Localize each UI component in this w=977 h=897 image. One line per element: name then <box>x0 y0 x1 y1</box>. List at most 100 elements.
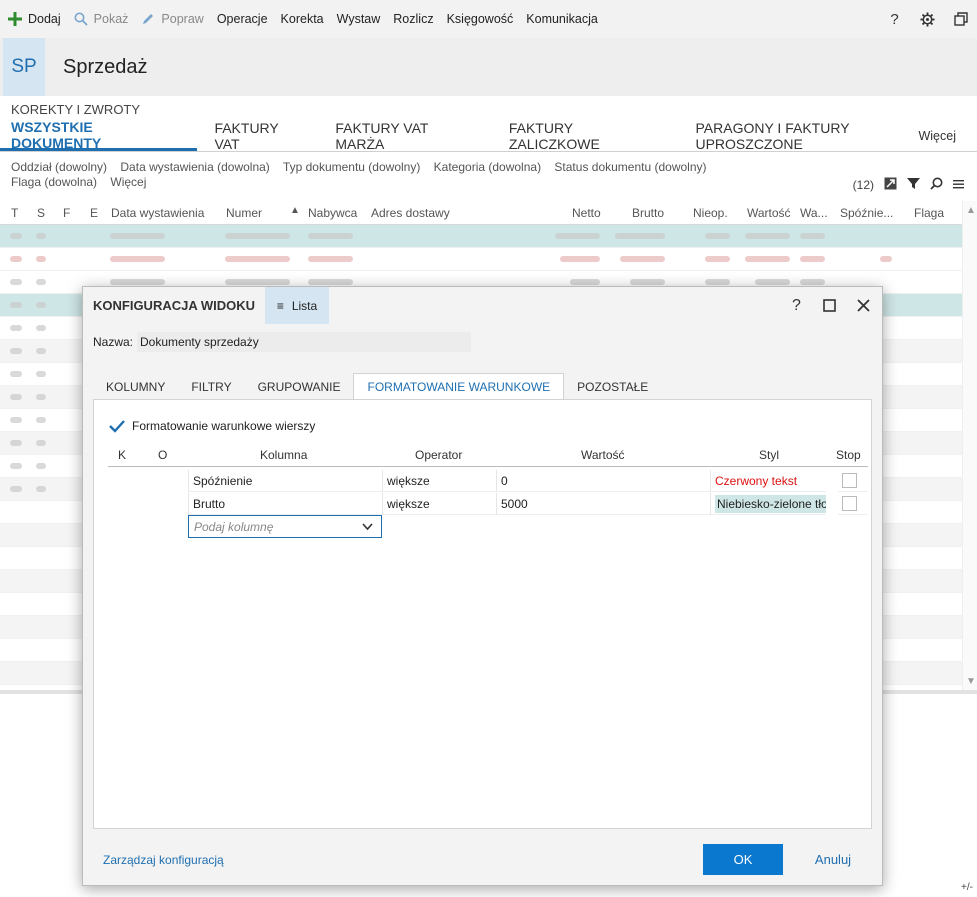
col-flag[interactable]: Flaga <box>914 206 944 220</box>
correction-menu[interactable]: Korekta <box>281 0 324 38</box>
close-icon[interactable] <box>847 287 880 324</box>
column-select-placeholder: Podaj kolumnę <box>194 519 274 534</box>
grid-header: T S F E Data wystawienia Numer ▲ Nabywca… <box>0 201 977 225</box>
row-formatting-label: Formatowanie warunkowe wierszy <box>132 419 316 433</box>
tab-all-documents[interactable]: WSZYSTKIE DOKUMENTY <box>0 119 198 151</box>
col-net[interactable]: Netto <box>572 206 601 220</box>
show-button[interactable]: Pokaż <box>74 0 128 38</box>
col-t[interactable]: T <box>11 206 18 220</box>
tab-filters[interactable]: FILTRY <box>178 373 244 400</box>
scroll-down-icon[interactable]: ▼ <box>966 676 976 687</box>
filter-issue-date[interactable]: Data wystawienia (dowolna) <box>120 160 269 174</box>
issue-menu[interactable]: Wystaw <box>337 0 381 38</box>
name-field[interactable]: Dokumenty sprzedaży <box>137 332 472 352</box>
help-icon[interactable]: ? <box>878 0 911 38</box>
plus-icon <box>8 12 22 26</box>
dialog-title: KONFIGURACJA WIDOKU <box>93 298 256 313</box>
document-tabs: WSZYSTKIE DOKUMENTY FAKTURY VAT FAKTURY … <box>0 119 977 152</box>
table-row[interactable] <box>0 248 962 271</box>
search-icon <box>74 12 88 26</box>
checkmark-icon[interactable] <box>108 417 126 435</box>
rule-operator[interactable]: większe <box>382 493 496 515</box>
tab-vat-margin-invoices[interactable]: FAKTURY VAT MARŻA <box>324 120 491 152</box>
rule-stop[interactable] <box>838 493 868 515</box>
stop-checkbox[interactable] <box>842 496 857 511</box>
cancel-button[interactable]: Anuluj <box>795 844 871 875</box>
settle-label: Rozlicz <box>393 12 434 26</box>
accounting-menu[interactable]: Księgowość <box>447 0 514 38</box>
filter-document-type[interactable]: Typ dokumentu (dowolny) <box>283 160 420 174</box>
col-value[interactable]: Wartość <box>747 206 791 220</box>
filter-category[interactable]: Kategoria (dowolna) <box>434 160 541 174</box>
col-f[interactable]: F <box>63 206 70 220</box>
list-icon: ≡ <box>276 298 284 313</box>
edit-button[interactable]: Popraw <box>141 0 204 38</box>
expand-collapse-toggle[interactable]: +/- <box>961 882 973 893</box>
col-buyer[interactable]: Nabywca <box>308 206 357 220</box>
rule-value[interactable]: 0 <box>496 470 710 492</box>
conditional-formatting-panel: Formatowanie warunkowe wierszy K O Kolum… <box>93 399 872 829</box>
communication-menu[interactable]: Komunikacja <box>526 0 598 38</box>
rule-operator[interactable]: większe <box>382 470 496 492</box>
list-view-button[interactable]: ≡ Lista <box>265 287 330 324</box>
tab-advance-invoices[interactable]: FAKTURY ZALICZKOWE <box>498 120 679 152</box>
rule-row[interactable]: Brutto większe 5000 Niebiesko-zielone tł… <box>108 493 868 516</box>
rule-row[interactable]: Spóźnienie większe 0 Czerwony tekst <box>108 470 868 493</box>
correction-label: Korekta <box>280 12 324 26</box>
filter-flag[interactable]: Flaga (dowolna) <box>11 175 97 189</box>
settle-menu[interactable]: Rozlicz <box>393 0 433 38</box>
column-select[interactable]: Podaj kolumnę <box>188 515 382 538</box>
filter-branch[interactable]: Oddział (dowolny) <box>11 160 107 174</box>
search-icon[interactable] <box>930 177 943 193</box>
table-row[interactable] <box>0 225 962 248</box>
rule-style[interactable]: Niebiesko-zielone tło <box>710 493 826 515</box>
tab-grouping[interactable]: GRUPOWANIE <box>245 373 354 400</box>
name-label: Nazwa: <box>93 335 134 349</box>
rule-style[interactable]: Czerwony tekst <box>710 470 826 492</box>
col-e[interactable]: E <box>90 206 98 220</box>
col-delivery-address[interactable]: Adres dostawy <box>371 206 450 220</box>
gear-icon[interactable] <box>911 0 944 38</box>
dialog-titlebar: KONFIGURACJA WIDOKU ≡ Lista ? <box>83 287 882 324</box>
view-configuration-dialog: KONFIGURACJA WIDOKU ≡ Lista ? Nazwa: Dok… <box>82 286 883 886</box>
section-label: KOREKTY I ZWROTY <box>11 102 141 117</box>
chevron-down-icon <box>362 520 373 534</box>
col-number[interactable]: Numer <box>226 206 262 220</box>
rule-value[interactable]: 5000 <box>496 493 710 515</box>
tab-columns[interactable]: KOLUMNY <box>93 373 178 400</box>
row-formatting-toggle[interactable]: Formatowanie warunkowe wierszy <box>108 417 315 435</box>
scroll-up-icon[interactable]: ▲ <box>966 205 976 216</box>
maximize-icon[interactable] <box>813 287 846 324</box>
filter-status[interactable]: Status dokumentu (dowolny) <box>554 160 706 174</box>
header-stop: Stop <box>836 448 861 462</box>
col-issue-date[interactable]: Data wystawienia <box>111 206 204 220</box>
add-button[interactable]: Dodaj <box>8 0 61 38</box>
col-s[interactable]: S <box>37 206 45 220</box>
record-count: (12) <box>852 178 874 192</box>
tab-vat-invoices[interactable]: FAKTURY VAT <box>203 120 318 152</box>
filter-more[interactable]: Więcej <box>110 175 146 189</box>
rule-column[interactable]: Spóźnienie <box>188 470 382 492</box>
grid-scrollbar[interactable]: ▲ ▼ <box>962 201 977 691</box>
rule-column[interactable]: Brutto <box>188 493 382 515</box>
col-gross[interactable]: Brutto <box>632 206 664 220</box>
col-currency[interactable]: Wa... <box>800 206 828 220</box>
rule-stop[interactable] <box>838 470 868 492</box>
col-unpaid[interactable]: Nieop. <box>693 206 728 220</box>
col-delay[interactable]: Spóźnie... <box>840 206 893 220</box>
header-column: Kolumna <box>260 448 308 462</box>
tab-conditional-formatting[interactable]: FORMATOWANIE WARUNKOWE <box>353 373 565 400</box>
header-operator: Operator <box>415 448 463 462</box>
tabs-more-button[interactable]: Więcej <box>907 121 967 151</box>
tab-other[interactable]: POZOSTAŁE <box>564 373 661 400</box>
ok-button[interactable]: OK <box>703 844 783 875</box>
manage-configuration-link[interactable]: Zarządzaj konfiguracją <box>103 853 224 867</box>
help-icon[interactable]: ? <box>780 287 813 324</box>
stop-checkbox[interactable] <box>842 473 857 488</box>
operations-menu[interactable]: Operacje <box>217 0 268 38</box>
operations-label: Operacje <box>216 12 268 26</box>
export-icon[interactable] <box>884 177 897 193</box>
restore-window-icon[interactable] <box>944 0 977 38</box>
filter-icon[interactable] <box>907 177 920 193</box>
menu-icon[interactable] <box>953 178 965 193</box>
